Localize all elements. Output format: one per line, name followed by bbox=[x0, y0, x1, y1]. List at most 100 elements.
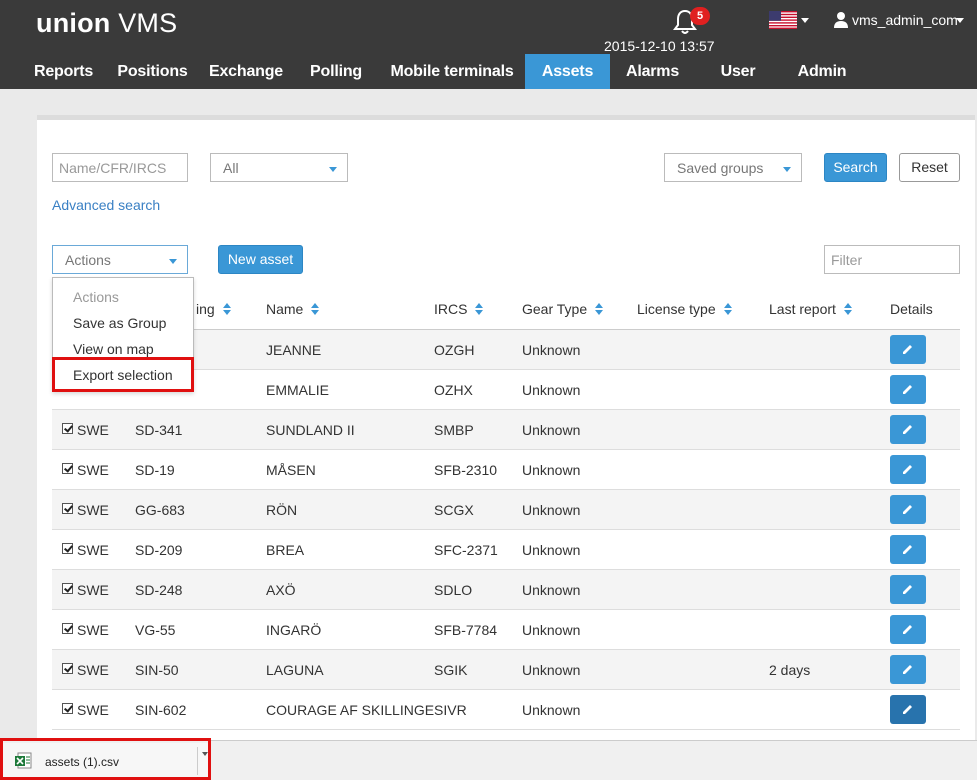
nav-mobile-terminals[interactable]: Mobile terminals bbox=[382, 54, 522, 89]
row-checkbox[interactable] bbox=[62, 583, 73, 594]
us-flag-icon[interactable] bbox=[769, 11, 797, 29]
pencil-icon bbox=[903, 705, 912, 714]
row-checkbox[interactable] bbox=[62, 663, 73, 674]
sort-icon[interactable] bbox=[311, 303, 320, 315]
cell-cfr: SD-341 bbox=[135, 422, 183, 438]
nav-admin[interactable]: Admin bbox=[790, 54, 854, 89]
cell-name: BREA bbox=[266, 542, 305, 558]
chevron-down-icon bbox=[783, 167, 791, 172]
row-checkbox[interactable] bbox=[62, 423, 73, 434]
cell-ircs: SIVR bbox=[434, 702, 467, 718]
cell-gear-type: Unknown bbox=[522, 622, 581, 638]
nav-alarms[interactable]: Alarms bbox=[614, 54, 691, 89]
nav-user[interactable]: User bbox=[708, 54, 768, 89]
row-checkbox[interactable] bbox=[62, 623, 73, 634]
nav-polling[interactable]: Polling bbox=[300, 54, 372, 89]
user-caret-icon[interactable] bbox=[956, 18, 964, 23]
edit-button[interactable] bbox=[890, 655, 926, 684]
menu-item-view-on-map[interactable]: View on map bbox=[73, 341, 154, 357]
pencil-icon bbox=[903, 345, 912, 354]
cell-gear-type: Unknown bbox=[522, 382, 581, 398]
edit-button[interactable] bbox=[890, 575, 926, 604]
row-checkbox[interactable] bbox=[62, 503, 73, 514]
cell-ircs: OZGH bbox=[434, 342, 475, 358]
col-marking-header[interactable]: ing bbox=[196, 301, 231, 317]
highlight-download-item bbox=[0, 738, 211, 780]
table-row: SWE SD-248 AXÖ SDLO Unknown bbox=[52, 570, 960, 610]
col-ircs-header[interactable]: IRCS bbox=[434, 301, 484, 317]
user-menu[interactable]: vms_admin_com bbox=[852, 12, 958, 28]
sort-icon[interactable] bbox=[723, 303, 732, 315]
cell-flag-state: SWE bbox=[77, 702, 109, 718]
cell-gear-type: Unknown bbox=[522, 662, 581, 678]
saved-groups-label: Saved groups bbox=[677, 160, 764, 176]
edit-button[interactable] bbox=[890, 535, 926, 564]
cell-ircs: SDLO bbox=[434, 582, 473, 598]
pencil-icon bbox=[903, 505, 912, 514]
col-last-report-header[interactable]: Last report bbox=[769, 301, 852, 317]
cell-ircs: SFB-7784 bbox=[434, 622, 498, 638]
cell-cfr: SD-209 bbox=[135, 542, 183, 558]
cell-flag-state: SWE bbox=[77, 662, 109, 678]
table-row: SWE VG-55 INGARÖ SFB-7784 Unknown bbox=[52, 610, 960, 650]
notification-badge: 5 bbox=[690, 7, 710, 25]
table-row: SWE SD-341 SUNDLAND II SMBP Unknown bbox=[52, 410, 960, 450]
nav-exchange[interactable]: Exchange bbox=[203, 54, 289, 89]
edit-button[interactable] bbox=[890, 375, 926, 404]
col-name-header[interactable]: Name bbox=[266, 301, 320, 317]
sort-icon[interactable] bbox=[595, 303, 604, 315]
cell-flag-state: SWE bbox=[77, 542, 109, 558]
cell-flag-state: SWE bbox=[77, 462, 109, 478]
cell-gear-type: Unknown bbox=[522, 502, 581, 518]
type-select[interactable]: All bbox=[210, 153, 348, 182]
filter-input[interactable]: Filter bbox=[824, 245, 960, 274]
cell-gear-type: Unknown bbox=[522, 582, 581, 598]
actions-select-label: Actions bbox=[65, 252, 111, 268]
cell-ircs: SCGX bbox=[434, 502, 474, 518]
sort-icon[interactable] bbox=[222, 303, 231, 315]
reset-button[interactable]: Reset bbox=[899, 153, 960, 182]
cell-name: SUNDLAND II bbox=[266, 422, 355, 438]
row-checkbox[interactable] bbox=[62, 543, 73, 554]
edit-button[interactable] bbox=[890, 495, 926, 524]
search-input[interactable]: Name/CFR/IRCS bbox=[52, 153, 188, 182]
top-bar: union VMS 5 2015-12-10 13:57 vms_admin_c… bbox=[0, 0, 977, 54]
nav-assets[interactable]: Assets bbox=[525, 54, 610, 89]
app-logo[interactable]: union VMS bbox=[36, 8, 177, 39]
advanced-search-link[interactable]: Advanced search bbox=[52, 197, 160, 213]
sort-icon[interactable] bbox=[843, 303, 852, 315]
edit-button[interactable] bbox=[890, 615, 926, 644]
cell-cfr: SIN-50 bbox=[135, 662, 179, 678]
search-button[interactable]: Search bbox=[824, 153, 887, 182]
edit-button[interactable] bbox=[890, 335, 926, 364]
edit-button[interactable] bbox=[890, 455, 926, 484]
col-license-type-header[interactable]: License type bbox=[637, 301, 732, 317]
language-caret-icon[interactable] bbox=[801, 18, 809, 23]
clock: 2015-12-10 13:57 bbox=[604, 38, 715, 54]
sort-icon[interactable] bbox=[475, 303, 484, 315]
cell-ircs: SMBP bbox=[434, 422, 474, 438]
cell-gear-type: Unknown bbox=[522, 462, 581, 478]
cell-cfr: SIN-602 bbox=[135, 702, 187, 718]
cell-name: RÖN bbox=[266, 502, 298, 518]
actions-select[interactable]: Actions bbox=[52, 245, 188, 274]
cell-gear-type: Unknown bbox=[522, 702, 581, 718]
edit-button[interactable] bbox=[890, 415, 926, 444]
pencil-icon bbox=[903, 545, 912, 554]
pencil-icon bbox=[903, 425, 912, 434]
cell-name: JEANNE bbox=[266, 342, 322, 358]
cell-cfr: SD-248 bbox=[135, 582, 183, 598]
nav-positions[interactable]: Positions bbox=[110, 54, 195, 89]
row-checkbox[interactable] bbox=[62, 703, 73, 714]
edit-button[interactable] bbox=[890, 695, 926, 724]
table-row: SWE SD-209 BREA SFC-2371 Unknown bbox=[52, 530, 960, 570]
row-checkbox[interactable] bbox=[62, 463, 73, 474]
cell-flag-state: SWE bbox=[77, 422, 109, 438]
menu-item-save-as-group[interactable]: Save as Group bbox=[73, 315, 166, 331]
cell-flag-state: SWE bbox=[77, 582, 109, 598]
saved-groups-select[interactable]: Saved groups bbox=[664, 153, 802, 182]
col-gear-type-header[interactable]: Gear Type bbox=[522, 301, 604, 317]
nav-reports[interactable]: Reports bbox=[25, 54, 102, 89]
new-asset-button[interactable]: New asset bbox=[218, 245, 303, 274]
pencil-icon bbox=[903, 385, 912, 394]
